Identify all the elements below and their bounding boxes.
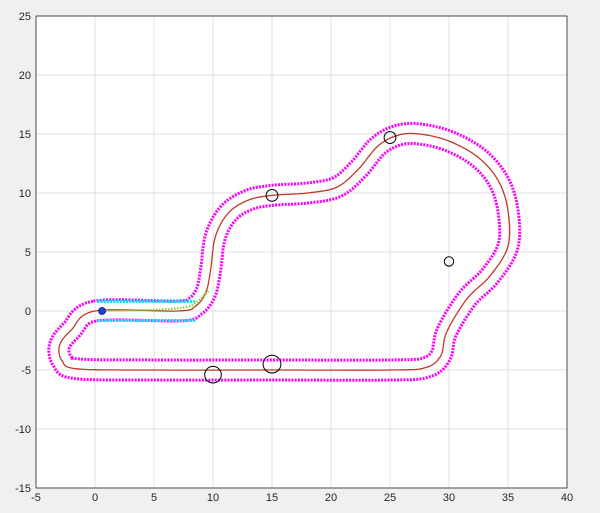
x-tick-label: 5 (151, 492, 157, 504)
y-tick-label: -5 (21, 365, 31, 377)
y-tick-label: 10 (19, 188, 31, 200)
y-tick-label: 0 (25, 306, 31, 318)
vehicle-marker (98, 307, 106, 315)
x-tick-label: 10 (207, 492, 219, 504)
x-tick-label: -5 (31, 492, 41, 504)
x-tick-label: 25 (384, 492, 396, 504)
y-tick-label: 5 (25, 247, 31, 259)
y-tick-label: -15 (15, 483, 31, 495)
x-tick-label: 35 (502, 492, 514, 504)
x-tick-label: 15 (266, 492, 278, 504)
x-tick-label: 0 (92, 492, 98, 504)
y-tick-label: -10 (15, 424, 31, 436)
x-tick-label: 20 (325, 492, 337, 504)
y-tick-label: 15 (19, 129, 31, 141)
y-tick-label: 20 (19, 70, 31, 82)
track-plot: -5 0 5 10 15 20 25 30 35 40 -15 -10 -5 0 5 10 15 20 25 (15, 11, 573, 504)
x-tick-label: 40 (561, 492, 573, 504)
y-tick-label: 25 (19, 11, 31, 23)
x-tick-label: 30 (443, 492, 455, 504)
